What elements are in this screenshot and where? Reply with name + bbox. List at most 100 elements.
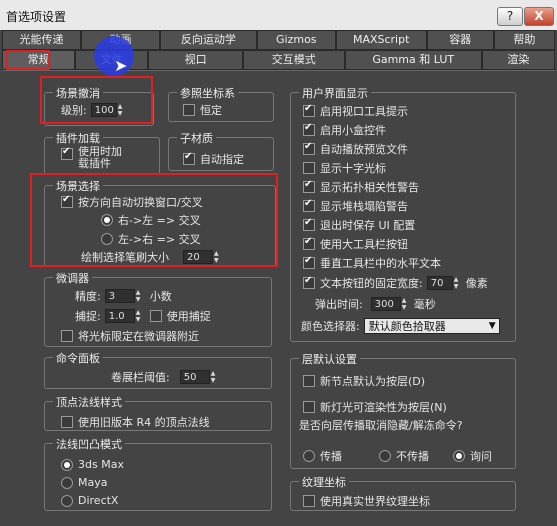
- legacy-normals-checkbox[interactable]: [61, 416, 73, 428]
- tab-gizmos[interactable]: Gizmos: [256, 30, 336, 50]
- propagate-label: 传播: [320, 450, 342, 463]
- legacy-normals-label: 使用旧版本 R4 的顶点法线: [78, 416, 210, 429]
- new-lights-bylayer-checkbox[interactable]: [303, 401, 315, 413]
- tab-radiosity[interactable]: 光能传递: [2, 30, 81, 50]
- spinners-title: 微调器: [53, 270, 92, 286]
- tab-viewports[interactable]: 视口: [148, 50, 243, 70]
- highlight-general-tab: [6, 50, 50, 70]
- real-world-coords-label: 使用真实世界纹理坐标: [320, 495, 430, 508]
- auto-assign-label: 自动指定: [200, 153, 244, 166]
- precision-spinner[interactable]: 3 ▲ ▼: [104, 289, 144, 303]
- large-toolbar-buttons-label: 使用大工具栏按钮: [320, 238, 408, 251]
- flyout-time-label: 弹出时间:: [315, 298, 363, 311]
- bump-maya-label: Maya: [78, 476, 108, 489]
- bump-3dsmax-radio[interactable]: [61, 458, 73, 471]
- propagate-question: 是否向层传播取消隐藏/解冻命令?: [299, 419, 463, 432]
- title-bar: 首选项设置 ? X: [0, 0, 557, 30]
- close-button[interactable]: X: [524, 7, 554, 26]
- tab-rendering[interactable]: 渲染: [481, 50, 556, 70]
- stack-collapse-warning-checkbox[interactable]: [303, 198, 315, 212]
- flyout-time-value[interactable]: 300: [370, 297, 401, 311]
- spinner-arrows-icon[interactable]: ▲ ▼: [211, 370, 219, 384]
- fixed-width-unit: 像素: [465, 277, 488, 290]
- constant-checkbox[interactable]: [183, 104, 195, 116]
- propagate-radio[interactable]: [303, 450, 315, 462]
- new-nodes-bylayer-label: 新节点默认为按层(D): [320, 375, 426, 388]
- sub-material-title: 子材质: [177, 130, 216, 146]
- spinner-arrows-icon[interactable]: ▲ ▼: [402, 297, 410, 311]
- no-propagate-radio[interactable]: [379, 450, 391, 462]
- viewport-tooltips-label: 启用视口工具提示: [320, 105, 408, 118]
- spinners-group: 微调器 精度: 3 ▲ ▼ 小数 捕捉: 1.0 ▲ ▼ 使用捕捉 将光标限定在微调…: [44, 270, 272, 347]
- manipulators-checkbox[interactable]: [303, 122, 315, 136]
- tab-containers[interactable]: 容器: [426, 30, 494, 50]
- highlight-scene-undo: [40, 76, 153, 124]
- snap-value[interactable]: 1.0: [104, 309, 135, 323]
- tab-ik[interactable]: 反向运动学: [160, 30, 257, 50]
- tab-gamma-lut[interactable]: Gamma 和 LUT: [344, 50, 482, 70]
- use-snap-checkbox[interactable]: [149, 310, 162, 322]
- fixed-width-spinner[interactable]: 70 ▲ ▼: [426, 276, 462, 290]
- bump-directx-radio[interactable]: [61, 494, 73, 507]
- mouse-pointer-icon: ➤: [114, 56, 128, 75]
- tab-help[interactable]: 帮助: [493, 30, 555, 50]
- general-panel: 场景撤消 级别: 100 ▲▼ 参照坐标系 恒定 插件加载 使用时加 载插件 子…: [2, 70, 555, 525]
- real-world-coords-checkbox[interactable]: [303, 495, 315, 507]
- spinner-arrows-icon[interactable]: ▲ ▼: [136, 289, 144, 303]
- auto-assign-checkbox[interactable]: [183, 151, 195, 165]
- spinner-arrows-icon[interactable]: ▲ ▼: [136, 309, 144, 323]
- new-nodes-bylayer-checkbox[interactable]: [303, 375, 315, 387]
- autoplay-preview-checkbox[interactable]: [303, 141, 315, 155]
- help-button[interactable]: ?: [497, 7, 523, 26]
- sub-material-group: 子材质 自动指定: [168, 130, 274, 171]
- tab-row-2: 常规 文件 视口 交互模式 Gamma 和 LUT 渲染: [2, 50, 556, 70]
- load-on-demand-checkbox[interactable]: [61, 146, 73, 160]
- rollout-threshold-value[interactable]: 50: [179, 370, 210, 384]
- rollout-threshold-spinner[interactable]: 50 ▲ ▼: [179, 370, 219, 384]
- highlight-scene-select: [30, 173, 278, 267]
- flyout-time-unit: 毫秒: [413, 298, 436, 311]
- fixed-width-value[interactable]: 70: [426, 276, 453, 290]
- bump-maya-radio[interactable]: [61, 476, 73, 489]
- tab-maxscript[interactable]: MAXScript: [335, 30, 427, 50]
- snap-label: 捕捉:: [75, 310, 101, 323]
- wrap-cursor-checkbox[interactable]: [61, 330, 73, 342]
- snap-spinner[interactable]: 1.0 ▲ ▼: [104, 309, 144, 323]
- topology-warning-checkbox[interactable]: [303, 179, 315, 193]
- spinner-arrows-icon[interactable]: ▲ ▼: [454, 276, 462, 290]
- texture-coords-title: 纹理坐标: [299, 474, 349, 490]
- flyout-time-spinner[interactable]: 300 ▲ ▼: [370, 297, 410, 311]
- vertex-normal-group: 顶点法线样式 使用旧版本 R4 的顶点法线: [44, 394, 272, 431]
- bump-3dsmax-label: 3ds Max: [78, 458, 124, 471]
- command-panel-group: 命令面板 卷展栏阈值: 50 ▲ ▼: [44, 350, 272, 389]
- dropdown-caret-icon: ▼: [488, 321, 496, 331]
- precision-label: 精度:: [75, 290, 101, 303]
- save-ui-on-exit-checkbox[interactable]: [303, 217, 315, 231]
- viewport-tooltips-checkbox[interactable]: [303, 103, 315, 117]
- crosshair-cursor-checkbox[interactable]: [303, 162, 315, 174]
- window-title: 首选项设置: [6, 10, 67, 24]
- horizontal-text-checkbox[interactable]: [303, 255, 315, 269]
- ui-display-title: 用户界面显示: [299, 85, 371, 101]
- ref-coord-group: 参照坐标系 恒定: [168, 85, 274, 122]
- load-on-demand-line2: 载插件: [78, 157, 111, 170]
- constant-label: 恒定: [200, 104, 222, 117]
- ui-display-group: 用户界面显示 启用视口工具提示 启用小盒控件 自动播放预览文件 显示十字光标 显…: [290, 85, 516, 342]
- bump-mode-group: 法线凹凸模式 3ds Max Maya DirectX: [44, 436, 272, 511]
- color-picker-dropdown[interactable]: 默认颜色拾取器 ▼: [363, 318, 500, 334]
- color-picker-label: 颜色选择器:: [301, 320, 360, 333]
- save-ui-on-exit-label: 退出时保存 UI 配置: [320, 219, 416, 232]
- plugin-load-group: 插件加载 使用时加 载插件: [44, 130, 160, 175]
- manipulators-label: 启用小盒控件: [320, 124, 386, 137]
- fixed-width-label: 文本按钮的固定宽度:: [320, 277, 423, 290]
- plugin-load-title: 插件加载: [53, 130, 103, 146]
- tab-row-1: 光能传递 动画 反向运动学 Gizmos MAXScript 容器 帮助: [2, 30, 555, 50]
- horizontal-text-label: 垂直工具栏中的水平文本: [320, 257, 441, 270]
- new-lights-bylayer-label: 新灯光可渲染性为按层(N): [320, 401, 447, 414]
- large-toolbar-buttons-checkbox[interactable]: [303, 236, 315, 250]
- ask-radio[interactable]: [453, 450, 465, 462]
- precision-value[interactable]: 3: [104, 289, 135, 303]
- rollout-threshold-label: 卷展栏阈值:: [111, 371, 170, 384]
- fixed-width-checkbox[interactable]: [303, 275, 315, 289]
- tab-interaction-mode[interactable]: 交互模式: [242, 50, 345, 70]
